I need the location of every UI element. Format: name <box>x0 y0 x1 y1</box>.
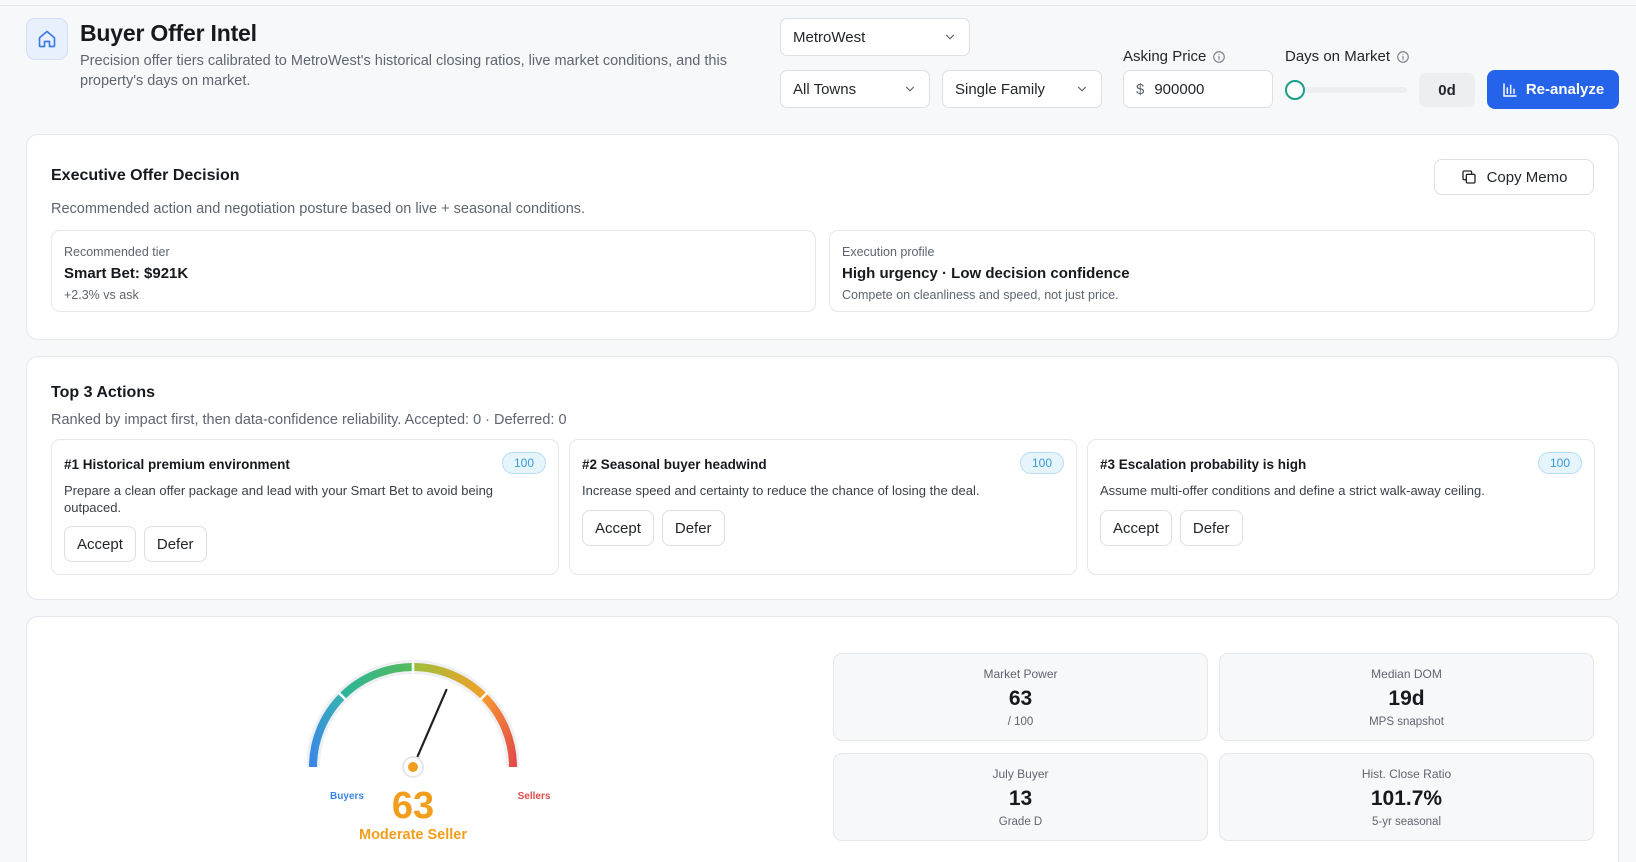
bar-chart-icon <box>1503 82 1517 97</box>
days-on-market-label: Days on Market <box>1285 48 1410 65</box>
stat-value: 19d <box>1388 687 1425 710</box>
action-description: Increase speed and certainty to reduce t… <box>582 483 980 498</box>
top-actions-card: Top 3 Actions Ranked by impact first, th… <box>26 356 1619 600</box>
action-score-badge: 100 <box>1538 452 1582 474</box>
stat-value: 101.7% <box>1370 787 1443 810</box>
reanalyze-button[interactable]: Re-analyze <box>1487 70 1619 109</box>
days-on-market-slider-thumb[interactable] <box>1285 80 1305 100</box>
defer-button[interactable]: Defer <box>1179 510 1243 546</box>
gauge-arc-background <box>307 660 519 768</box>
property-type-select-value: Single Family <box>955 80 1046 98</box>
asking-price-input[interactable]: $ 900000 <box>1123 70 1273 108</box>
home-icon <box>38 30 56 48</box>
reanalyze-label: Re-analyze <box>1525 81 1605 98</box>
defer-button[interactable]: Defer <box>143 526 207 562</box>
page-title: Buyer Offer Intel <box>80 20 257 46</box>
recommended-tier-label: Recommended tier <box>64 245 170 259</box>
region-select[interactable]: MetroWest <box>780 18 970 56</box>
town-select-value: All Towns <box>793 80 857 98</box>
action-buttons: Accept Defer <box>64 526 207 562</box>
gauge-hub-dot <box>408 762 418 772</box>
executive-description: Recommended action and negotiation postu… <box>51 201 586 217</box>
page-subtitle: Precision offer tiers calibrated to Metr… <box>80 53 727 89</box>
accept-button[interactable]: Accept <box>1100 510 1172 546</box>
action-title: #2 Seasonal buyer headwind <box>582 457 767 472</box>
accept-button[interactable]: Accept <box>64 526 136 562</box>
days-on-market-slider-track[interactable] <box>1295 87 1407 93</box>
defer-button[interactable]: Defer <box>661 510 725 546</box>
gauge-arc-track <box>307 660 519 768</box>
execution-profile-box: Execution profile High urgency · Low dec… <box>829 230 1595 312</box>
executive-decision-card: Executive Offer Decision Copy Memo Recom… <box>26 134 1619 340</box>
gauge-status: Moderate Seller <box>359 827 467 843</box>
info-icon <box>1213 50 1226 63</box>
asking-price-value: 900000 <box>1154 80 1205 98</box>
stat-subtext: / 100 <box>1007 716 1034 728</box>
chevron-down-icon <box>1075 82 1089 96</box>
actions-title: Top 3 Actions <box>51 384 155 401</box>
stat-value: 13 <box>1008 787 1033 810</box>
stat-label: Hist. Close Ratio <box>1361 767 1452 781</box>
copy-memo-button[interactable]: Copy Memo <box>1434 159 1594 195</box>
stat-label: July Buyer <box>992 767 1049 781</box>
action-description: Prepare a clean offer package and lead w… <box>64 483 494 515</box>
stat-subtext: Grade D <box>998 816 1043 828</box>
gauge-needle <box>411 688 448 769</box>
execution-profile-value: High urgency · Low decision confidence <box>842 265 1130 282</box>
recommended-tier-note: +2.3% vs ask <box>64 288 139 302</box>
stat-label: Market Power <box>983 667 1058 681</box>
stat-label: Median DOM <box>1371 667 1442 681</box>
info-icon <box>1397 50 1409 63</box>
action-buttons: Accept Defer <box>1100 510 1243 546</box>
action-score-badge: 100 <box>1020 452 1064 474</box>
copy-memo-label: Copy Memo <box>1486 168 1568 186</box>
action-buttons: Accept Defer <box>582 510 725 546</box>
gauge-sellers-label: Sellers <box>517 791 551 802</box>
stat-subtext: MPS snapshot <box>1369 716 1444 728</box>
town-select[interactable]: All Towns <box>780 70 930 108</box>
stat-hist-close-ratio: Hist. Close Ratio 101.7% 5-yr seasonal <box>1219 753 1594 841</box>
asking-price-label-text: Asking Price <box>1123 48 1207 65</box>
action-card-3: #3 Escalation probability is high 100 As… <box>1087 439 1595 575</box>
stat-subtext: 5-yr seasonal <box>1371 816 1442 828</box>
action-title: #1 Historical premium environment <box>64 457 290 472</box>
home-button[interactable] <box>26 18 68 60</box>
recommended-tier-value: Smart Bet: $921K <box>64 265 189 282</box>
copy-icon <box>1461 170 1476 184</box>
top-divider <box>0 5 1636 6</box>
stat-value: 63 <box>1008 687 1033 710</box>
execution-profile-note: Compete on cleanliness and speed, not ju… <box>842 288 1119 302</box>
action-score-badge: 100 <box>502 452 546 474</box>
days-on-market-value: 0d <box>1419 73 1475 107</box>
action-card-2: #2 Seasonal buyer headwind 100 Increase … <box>569 439 1077 575</box>
action-description: Assume multi-offer conditions and define… <box>1100 483 1485 498</box>
region-select-value: MetroWest <box>793 28 866 46</box>
market-gauge-card: Buyers Sellers 63 Moderate Seller Market… <box>26 616 1619 862</box>
chevron-down-icon <box>903 82 917 96</box>
action-card-1: #1 Historical premium environment 100 Pr… <box>51 439 559 575</box>
execution-profile-label: Execution profile <box>842 245 935 259</box>
stat-july-buyer: July Buyer 13 Grade D <box>833 753 1208 841</box>
market-power-gauge <box>307 660 519 778</box>
gauge-score: 63 <box>391 785 435 827</box>
chevron-down-icon <box>943 30 957 44</box>
days-on-market-label-text: Days on Market <box>1285 48 1391 65</box>
recommended-tier-box: Recommended tier Smart Bet: $921K +2.3% … <box>51 230 816 312</box>
actions-description: Ranked by impact first, then data-confid… <box>51 412 567 428</box>
accept-button[interactable]: Accept <box>582 510 654 546</box>
executive-title: Executive Offer Decision <box>51 167 240 184</box>
action-title: #3 Escalation probability is high <box>1100 457 1307 472</box>
stat-median-dom: Median DOM 19d MPS snapshot <box>1219 653 1594 741</box>
property-type-select[interactable]: Single Family <box>942 70 1102 108</box>
stat-market-power: Market Power 63 / 100 <box>833 653 1208 741</box>
currency-symbol: $ <box>1136 80 1145 98</box>
asking-price-label: Asking Price <box>1123 48 1226 65</box>
